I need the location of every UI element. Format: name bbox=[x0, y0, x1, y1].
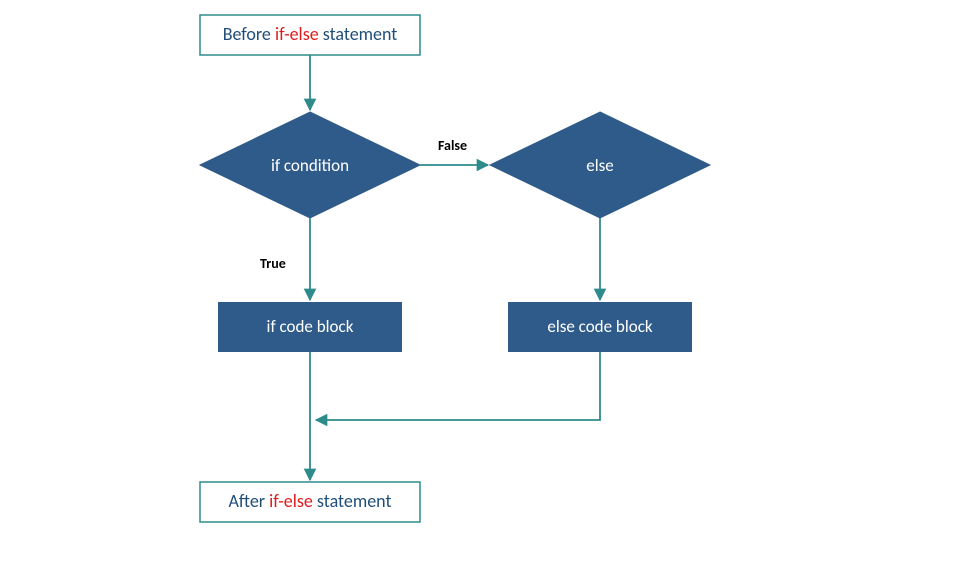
if-block-text: if code block bbox=[267, 316, 354, 337]
else-diamond: else bbox=[490, 112, 710, 218]
true-label: True bbox=[260, 255, 286, 272]
else-block: else code block bbox=[508, 302, 692, 352]
after-highlight: if-else bbox=[269, 490, 313, 512]
before-suffix: statement bbox=[319, 23, 398, 45]
if-diamond: if condition bbox=[200, 112, 420, 218]
after-prefix: After bbox=[229, 490, 270, 512]
edge-elseblock-join bbox=[316, 352, 600, 420]
if-block: if code block bbox=[218, 302, 402, 352]
before-prefix: Before bbox=[223, 23, 275, 45]
else-block-text: else code block bbox=[547, 316, 653, 337]
svg-text:Before if-else statement: Before if-else statement bbox=[223, 23, 398, 45]
else-text: else bbox=[586, 155, 613, 176]
if-condition-text: if condition bbox=[271, 155, 349, 176]
after-suffix: statement bbox=[313, 490, 392, 512]
false-label: False bbox=[438, 137, 467, 154]
after-box: After if-else statement bbox=[200, 482, 420, 522]
before-box: Before if-else statement bbox=[200, 15, 420, 55]
svg-text:After if-else statement: After if-else statement bbox=[229, 490, 392, 512]
before-highlight: if-else bbox=[275, 23, 319, 45]
